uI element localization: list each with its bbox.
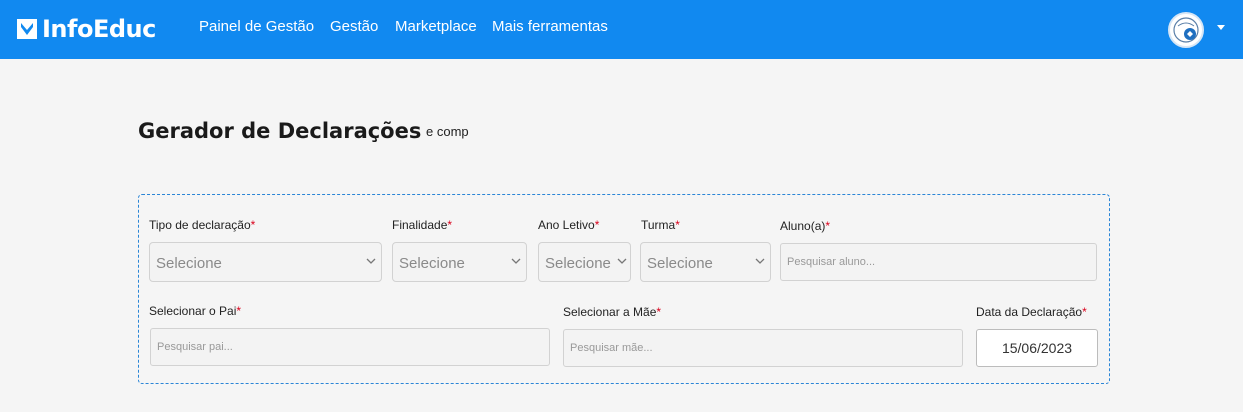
nav-gestao[interactable]: Gestão	[330, 17, 378, 37]
ano-letivo-select[interactable]: Selecione	[538, 242, 631, 282]
page-title: Gerador de Declarações	[138, 119, 422, 143]
nav-painel-de-gestao[interactable]: Painel de Gestão	[199, 17, 314, 37]
pai-search-input[interactable]	[150, 328, 550, 366]
mae-search-input[interactable]	[563, 329, 963, 367]
ano-letivo-select-value: Selecione	[545, 255, 611, 272]
data-declaracao-label: Data da Declaração*	[976, 305, 1087, 319]
required-mark: *	[594, 218, 600, 232]
turma-select-value: Selecione	[647, 255, 713, 272]
chevron-down-icon	[511, 258, 521, 264]
required-mark: *	[825, 219, 831, 233]
chevron-down-icon	[755, 258, 765, 264]
turma-select[interactable]: Selecione	[640, 242, 771, 282]
data-declaracao-field[interactable]: 15/06/2023	[976, 329, 1098, 367]
nav-marketplace[interactable]: Marketplace	[395, 17, 477, 37]
required-mark: *	[250, 218, 256, 232]
chevron-down-icon	[617, 258, 627, 264]
chevron-down-icon	[366, 258, 376, 264]
required-mark: *	[675, 218, 680, 232]
ano-letivo-label: Ano Letivo*	[538, 218, 600, 232]
finalidade-select-value: Selecione	[399, 255, 465, 272]
turma-label: Turma*	[641, 218, 680, 232]
required-mark: *	[656, 305, 662, 319]
top-navbar: InfoEduc Painel de Gestão Gestão Marketp…	[0, 0, 1243, 59]
nav-mais-ferramentas[interactable]: Mais ferramentas	[492, 17, 608, 37]
finalidade-label: Finalidade*	[392, 218, 453, 232]
brand-name: InfoEduc	[42, 15, 156, 43]
mae-label: Selecionar a Mãe*	[563, 305, 662, 319]
infoeduc-logo-icon	[17, 19, 37, 39]
caret-down-icon[interactable]	[1217, 25, 1225, 30]
brand-logo[interactable]: InfoEduc	[16, 14, 156, 44]
tipo-select[interactable]: Selecione	[149, 242, 382, 282]
tipo-select-value: Selecione	[156, 255, 222, 272]
aluno-label: Aluno(a)*	[780, 219, 831, 233]
aluno-search-input[interactable]	[780, 243, 1097, 281]
required-mark: *	[447, 218, 453, 232]
tipo-label: Tipo de declaração*	[149, 218, 256, 232]
required-mark: *	[1082, 305, 1087, 319]
user-avatar-icon[interactable]	[1168, 12, 1204, 48]
required-mark: *	[236, 304, 242, 318]
pai-label: Selecionar o Pai*	[149, 304, 242, 318]
page-subtitle: e comp	[426, 124, 469, 139]
finalidade-select[interactable]: Selecione	[392, 242, 527, 282]
